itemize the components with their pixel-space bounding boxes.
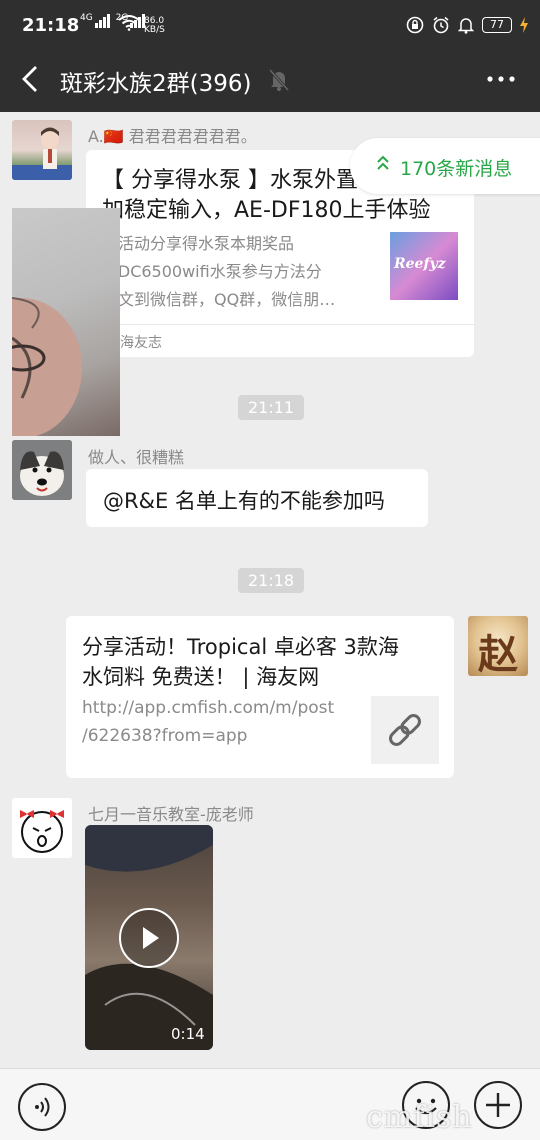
- more-options-button[interactable]: [486, 64, 516, 101]
- timestamp: 21:11: [238, 395, 305, 420]
- avatar-dog: [12, 440, 72, 500]
- bell-icon: [458, 18, 474, 34]
- card-divider: [102, 324, 474, 325]
- chat-header: 斑彩水族2群(396): [0, 52, 540, 112]
- status-bar: 21:18 4G 2G 86.0 KB/S 77: [0, 0, 540, 52]
- link-url-line1: http://app.cmfish.com/m/post: [82, 698, 335, 718]
- article-desc-line3: 本文到微信群，QQ群，微信朋…: [102, 290, 336, 309]
- alarm-icon: [433, 16, 449, 34]
- status-time: 21:18: [22, 15, 80, 36]
- voice-icon: [35, 1097, 50, 1117]
- more-dots-icon: [487, 76, 515, 82]
- avatar-sender-2[interactable]: [12, 440, 72, 500]
- article-source: 海友志: [120, 335, 162, 351]
- link-thumbnail: [371, 696, 439, 764]
- video-face-preview: [12, 297, 82, 436]
- voice-input-button[interactable]: [18, 1083, 66, 1131]
- sender-name: 做人、很糟糕: [88, 448, 185, 467]
- article-description: 期活动分享得水泵本期奖品 E-DC6500wifi水泵参与方法分 本文到微信群，…: [102, 230, 382, 314]
- more-actions-button[interactable]: [474, 1081, 522, 1129]
- link-title-line1: 分享活动！Tropical 卓必客 3款海: [82, 635, 399, 659]
- play-icon: [143, 927, 159, 949]
- plus-icon: [486, 1093, 510, 1117]
- signal-bars-icon: [94, 14, 111, 28]
- link-title-line2: 水饲料 免费送！ | 海友网: [82, 665, 320, 689]
- chat-title: 斑彩水族2群(396): [60, 71, 252, 97]
- network-speed: 86.0 KB/S: [118, 15, 165, 35]
- sender-name: 七月一音乐教室-庞老师: [88, 805, 254, 824]
- article-title-line2: 加稳定输入，AE-DF180上手体验: [102, 198, 431, 223]
- new-messages-button[interactable]: 170条新消息: [350, 138, 540, 194]
- message-text: @R&E 名单上有的不能参加吗: [103, 489, 385, 513]
- avatar-self-char: 赵: [478, 631, 518, 676]
- avatar-sender-4[interactable]: [12, 798, 72, 858]
- watermark: cmfish: [366, 1100, 473, 1135]
- article-thumbnail: Reefyz: [390, 232, 458, 300]
- article-desc-line2: E-DC6500wifi水泵参与方法分: [102, 262, 322, 281]
- back-arrow-icon[interactable]: [18, 64, 44, 94]
- avatar-sender-1[interactable]: [12, 120, 72, 180]
- avatar-cartoon-figure: [12, 127, 72, 180]
- avatar-crying-face: [12, 798, 72, 858]
- floating-video-window[interactable]: [12, 208, 120, 436]
- new-messages-label: 170条新消息: [400, 158, 513, 180]
- chain-link-icon: [389, 714, 421, 746]
- video-duration: 0:14: [171, 1025, 205, 1043]
- article-desc-line1: 期活动分享得水泵本期奖品: [102, 234, 295, 253]
- mute-bell-icon: [268, 68, 290, 92]
- play-button[interactable]: [119, 908, 179, 968]
- text-message-bubble[interactable]: @R&E 名单上有的不能参加吗: [86, 469, 428, 527]
- link-url: http://app.cmfish.com/m/post /622638?fro…: [82, 694, 362, 750]
- thumbnail-logo-text: Reefyz: [394, 256, 446, 272]
- network-label-4g: 4G: [80, 13, 93, 23]
- wifi-icon: [118, 15, 140, 31]
- speed-unit: KB/S: [144, 25, 165, 35]
- sender-name: A.🇨🇳 君君君君君君君。: [88, 127, 257, 146]
- status-right: 77: [406, 16, 528, 34]
- video-message[interactable]: 0:14: [85, 825, 213, 1050]
- battery-indicator: 77: [482, 17, 512, 33]
- timestamp: 21:18: [238, 568, 305, 593]
- link-title: 分享活动！Tropical 卓必客 3款海 水饲料 免费送！ | 海友网: [82, 632, 442, 692]
- avatar-self[interactable]: 赵: [468, 616, 528, 676]
- link-url-line2: /622638?from=app: [82, 726, 248, 746]
- charging-icon: [520, 17, 528, 33]
- link-card[interactable]: 分享活动！Tropical 卓必客 3款海 水饲料 免费送！ | 海友网 htt…: [66, 616, 454, 778]
- double-chevron-up-icon: [377, 155, 389, 170]
- lock-rotation-icon: [406, 16, 424, 34]
